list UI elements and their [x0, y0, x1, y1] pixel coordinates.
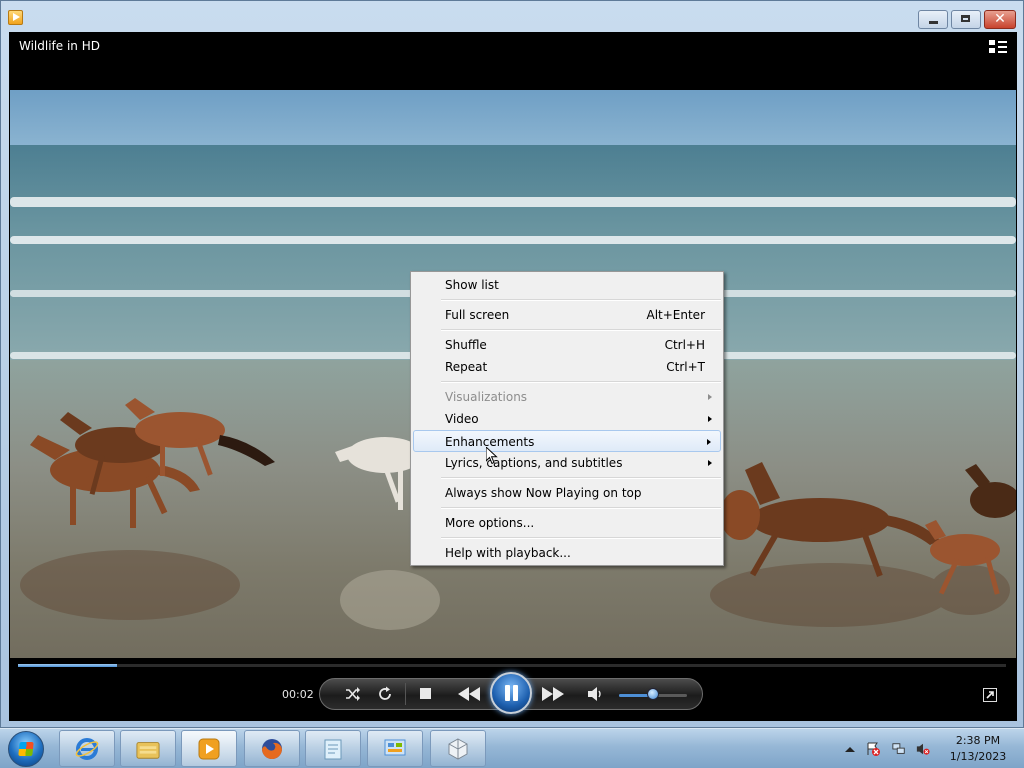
notepad-icon	[324, 739, 342, 760]
taskbar-notepad[interactable]	[305, 730, 361, 767]
close-icon: ✕	[994, 11, 1006, 27]
menu-item-full-screen[interactable]: Full screen Alt+Enter	[413, 304, 721, 326]
menu-item-shuffle[interactable]: Shuffle Ctrl+H	[413, 334, 721, 356]
file-explorer-icon	[136, 742, 160, 759]
windows-media-player-icon[interactable]	[8, 10, 23, 25]
volume-muted-icon[interactable]	[916, 742, 930, 756]
menu-item-lyrics-captions-subtitles[interactable]: Lyrics, captions, and subtitles	[413, 452, 721, 474]
video-title: Wildlife in HD	[19, 39, 100, 53]
close-button[interactable]: ✕	[984, 10, 1016, 29]
menu-item-enhancements[interactable]: Enhancements	[413, 430, 721, 452]
repeat-icon[interactable]	[377, 686, 393, 702]
title-bar[interactable]: ✕	[1, 1, 1023, 33]
shuffle-icon[interactable]	[345, 686, 361, 702]
submenu-arrow-icon	[708, 394, 712, 400]
menu-item-help-with-playback[interactable]: Help with playback...	[413, 542, 721, 564]
mouse-pointer-icon	[486, 447, 498, 465]
start-button[interactable]	[8, 731, 44, 767]
maximize-button[interactable]	[951, 10, 981, 29]
menu-separator	[441, 329, 721, 331]
elapsed-time: 00:02	[282, 688, 314, 701]
menu-separator	[441, 537, 721, 539]
previous-button[interactable]	[458, 687, 480, 701]
fullscreen-icon[interactable]	[983, 688, 997, 702]
taskbar-file-explorer[interactable]	[120, 730, 176, 767]
minimize-button[interactable]	[918, 10, 948, 29]
shortcut-text: Ctrl+H	[664, 338, 705, 352]
taskbar-virtualbox[interactable]	[430, 730, 486, 767]
shortcut-text: Alt+Enter	[646, 308, 705, 322]
action-center-flag-icon[interactable]	[866, 742, 880, 756]
volume-icon[interactable]	[587, 686, 605, 702]
seek-bar[interactable]	[18, 664, 1006, 667]
menu-separator	[441, 381, 721, 383]
next-button[interactable]	[542, 687, 564, 701]
divider	[405, 683, 406, 705]
firefox-icon	[262, 739, 282, 759]
menu-separator	[441, 507, 721, 509]
virtualbox-icon	[448, 738, 468, 760]
menu-item-video[interactable]: Video	[413, 408, 721, 430]
clock-time[interactable]: 2:38 PM	[940, 734, 1016, 747]
media-player-window: ✕ Wildlife in HD 00:02 Show list Full sc…	[0, 0, 1024, 728]
volume-slider-thumb[interactable]	[647, 688, 659, 700]
taskbar-windows-media-player[interactable]	[181, 730, 237, 767]
shortcut-text: Ctrl+T	[666, 360, 705, 374]
switch-to-library-icon[interactable]	[989, 40, 1007, 54]
stop-button[interactable]	[420, 688, 431, 699]
menu-item-always-on-top[interactable]: Always show Now Playing on top	[413, 482, 721, 504]
clock-date[interactable]: 1/13/2023	[940, 750, 1016, 763]
play-pause-button[interactable]	[490, 672, 532, 714]
menu-item-visualizations[interactable]: Visualizations	[413, 386, 721, 408]
taskbar-internet-explorer[interactable]	[59, 730, 115, 767]
taskbar-firefox[interactable]	[244, 730, 300, 767]
menu-item-repeat[interactable]: Repeat Ctrl+T	[413, 356, 721, 378]
show-hidden-icons-icon[interactable]	[845, 745, 855, 753]
windows-media-player-icon	[198, 738, 220, 760]
submenu-arrow-icon	[708, 416, 712, 422]
submenu-arrow-icon	[708, 460, 712, 466]
seek-progress	[18, 664, 117, 667]
control-panel-icon	[384, 739, 406, 756]
context-menu: Show list Full screen Alt+Enter Shuffle …	[410, 271, 724, 566]
network-icon[interactable]	[892, 742, 906, 756]
menu-separator	[441, 477, 721, 479]
internet-explorer-icon	[75, 738, 99, 760]
taskbar-control-panel[interactable]	[367, 730, 423, 767]
menu-item-more-options[interactable]: More options...	[413, 512, 721, 534]
submenu-arrow-icon	[707, 439, 711, 445]
menu-item-show-list[interactable]: Show list	[413, 274, 721, 296]
taskbar: 2:38 PM 1/13/2023	[0, 728, 1024, 768]
menu-separator	[441, 299, 721, 301]
